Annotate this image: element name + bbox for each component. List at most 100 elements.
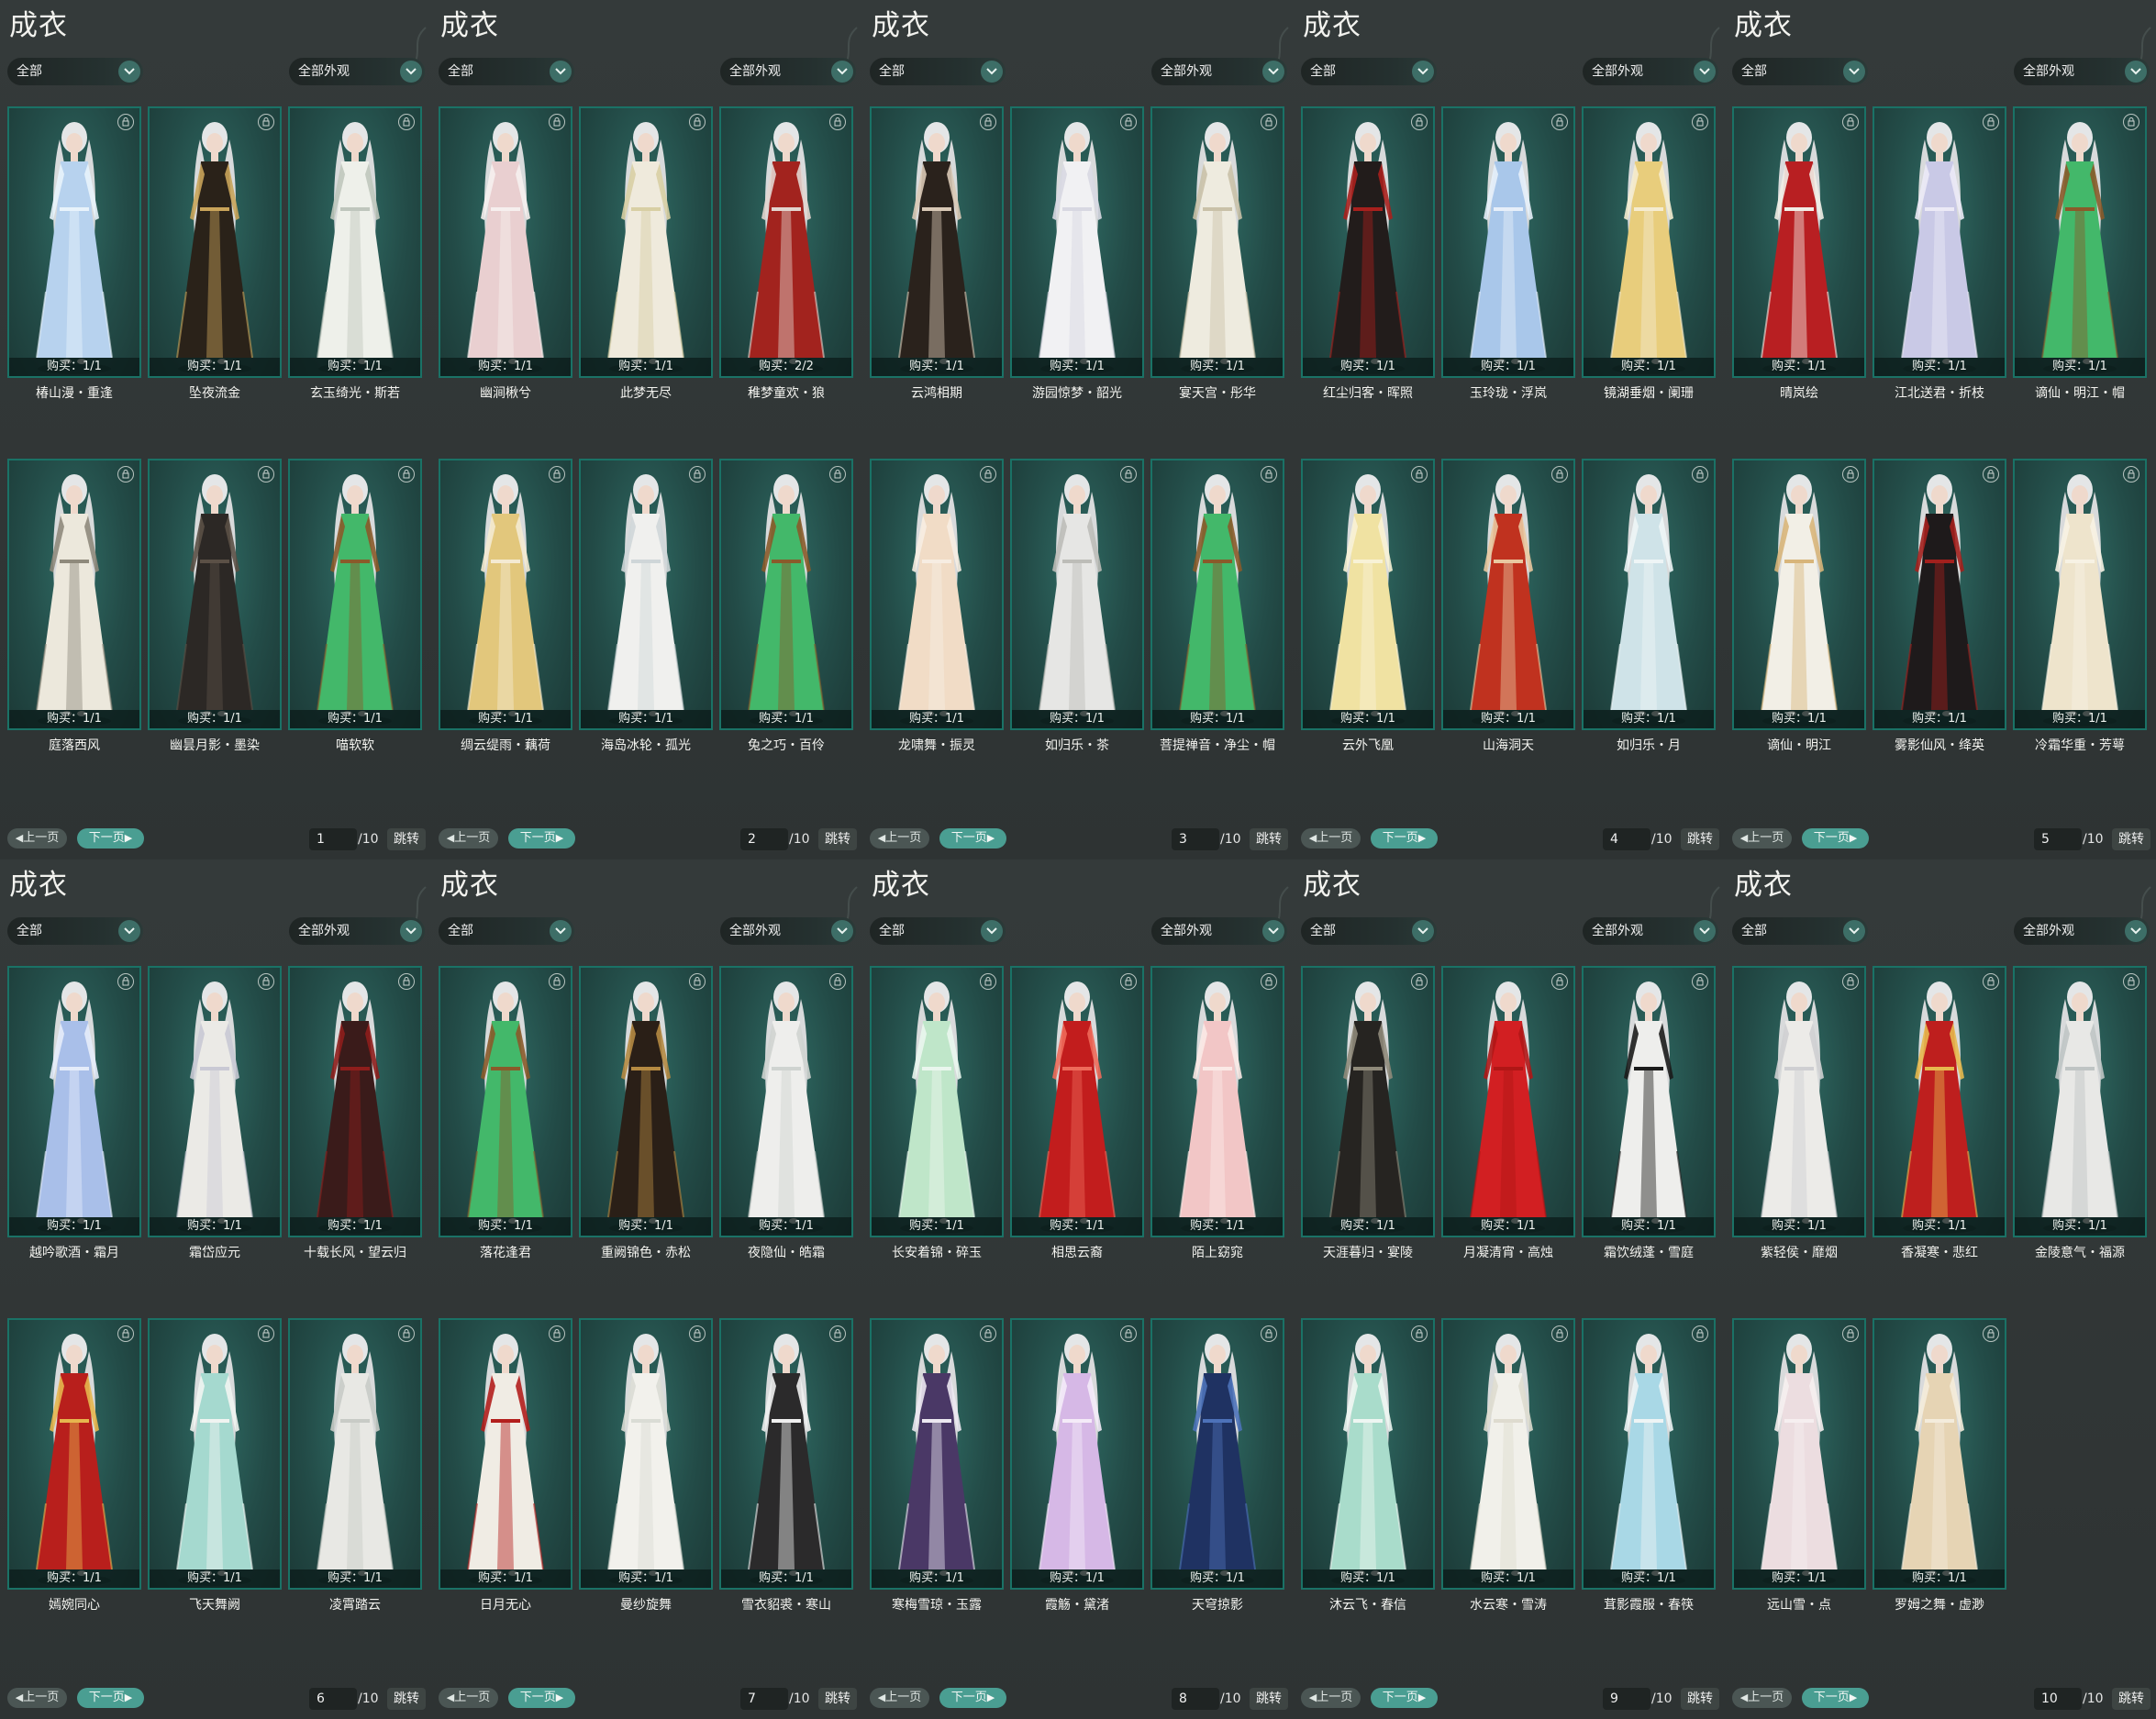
lock-icon[interactable]: [1983, 114, 1999, 130]
outfit-card[interactable]: 购买：1/1 天穹掠影: [1150, 1318, 1284, 1630]
lock-icon[interactable]: [2123, 973, 2139, 990]
outfit-card[interactable]: 购买：1/1 幽涧楸兮: [439, 106, 572, 418]
lock-icon[interactable]: [258, 114, 274, 130]
outfit-thumbnail[interactable]: 购买：1/1: [7, 1318, 141, 1590]
outfit-thumbnail[interactable]: 购买：1/1: [1150, 106, 1284, 378]
lock-icon[interactable]: [117, 114, 134, 130]
outfit-thumbnail[interactable]: 购买：1/1: [1010, 106, 1144, 378]
category-dropdown[interactable]: 全部: [439, 58, 574, 85]
lock-icon[interactable]: [2123, 466, 2139, 482]
appearance-dropdown[interactable]: 全部外观: [289, 917, 425, 945]
outfit-card[interactable]: 购买：2/2 稚梦童欢・狼: [719, 106, 853, 418]
lock-icon[interactable]: [1842, 973, 1859, 990]
category-dropdown[interactable]: 全部: [870, 58, 1006, 85]
lock-icon[interactable]: [258, 973, 274, 990]
lock-icon[interactable]: [1842, 466, 1859, 482]
outfit-card[interactable]: 购买：1/1 雾影仙风・绛英: [1873, 459, 2006, 771]
page-number-input[interactable]: 3: [1172, 828, 1219, 850]
lock-icon[interactable]: [980, 114, 996, 130]
lock-icon[interactable]: [2123, 114, 2139, 130]
outfit-thumbnail[interactable]: 购买：1/1: [1441, 1318, 1575, 1590]
outfit-card[interactable]: 购买：1/1 日月无心: [439, 1318, 572, 1630]
lock-icon[interactable]: [549, 114, 565, 130]
page-number-input[interactable]: 5: [2034, 828, 2082, 850]
outfit-thumbnail[interactable]: 购买：1/1: [2013, 459, 2147, 730]
lock-icon[interactable]: [829, 114, 846, 130]
outfit-thumbnail[interactable]: 购买：1/1: [1873, 106, 2006, 378]
outfit-thumbnail[interactable]: 购买：1/1: [439, 106, 572, 378]
jump-button[interactable]: 跳转: [387, 828, 426, 850]
appearance-dropdown[interactable]: 全部外观: [1583, 917, 1718, 945]
next-page-button[interactable]: 下一页▶: [508, 1688, 575, 1708]
prev-page-button[interactable]: ◀上一页: [870, 828, 929, 848]
category-dropdown[interactable]: 全部: [1301, 917, 1437, 945]
outfit-card[interactable]: 购买：1/1 陌上窈窕: [1150, 966, 1284, 1278]
lock-icon[interactable]: [117, 973, 134, 990]
outfit-card[interactable]: 购买：1/1 海岛冰轮・孤光: [579, 459, 713, 771]
outfit-card[interactable]: 购买：1/1 兔之巧・百伶: [719, 459, 853, 771]
outfit-card[interactable]: 购买：1/1 冷霜华重・芳萼: [2013, 459, 2147, 771]
outfit-thumbnail[interactable]: 购买：1/1: [148, 459, 282, 730]
outfit-card[interactable]: 购买：1/1 山海洞天: [1441, 459, 1575, 771]
lock-icon[interactable]: [117, 466, 134, 482]
outfit-thumbnail[interactable]: 购买：1/1: [579, 1318, 713, 1590]
lock-icon[interactable]: [1261, 466, 1277, 482]
outfit-card[interactable]: 购买：1/1 香凝寒・悲红: [1873, 966, 2006, 1278]
outfit-card[interactable]: 购买：1/1 紫轻侯・靡烟: [1732, 966, 1866, 1278]
category-dropdown[interactable]: 全部: [870, 917, 1006, 945]
appearance-dropdown[interactable]: 全部外观: [720, 58, 856, 85]
outfit-card[interactable]: 购买：1/1 远山雪・点: [1732, 1318, 1866, 1630]
outfit-thumbnail[interactable]: 购买：1/1: [7, 966, 141, 1237]
lock-icon[interactable]: [258, 466, 274, 482]
jump-button[interactable]: 跳转: [818, 1688, 857, 1710]
outfit-thumbnail[interactable]: 购买：1/1: [1873, 1318, 2006, 1590]
outfit-card[interactable]: 购买：1/1 寒梅雪琼・玉露: [870, 1318, 1004, 1630]
outfit-card[interactable]: 购买：1/1 游园惊梦・韶光: [1010, 106, 1144, 418]
jump-button[interactable]: 跳转: [2112, 828, 2150, 850]
lock-icon[interactable]: [1261, 114, 1277, 130]
lock-icon[interactable]: [398, 466, 415, 482]
lock-icon[interactable]: [1983, 466, 1999, 482]
outfit-card[interactable]: 购买：1/1 镜湖垂烟・阑珊: [1582, 106, 1716, 418]
lock-icon[interactable]: [1842, 114, 1859, 130]
outfit-thumbnail[interactable]: 购买：1/1: [579, 459, 713, 730]
lock-icon[interactable]: [1120, 973, 1137, 990]
outfit-thumbnail[interactable]: 购买：1/1: [870, 1318, 1004, 1590]
outfit-thumbnail[interactable]: 购买：1/1: [870, 966, 1004, 1237]
lock-icon[interactable]: [1983, 973, 1999, 990]
appearance-dropdown[interactable]: 全部外观: [2014, 58, 2150, 85]
outfit-card[interactable]: 购买：1/1 茸影霞服・春筷: [1582, 1318, 1716, 1630]
lock-icon[interactable]: [1411, 1325, 1428, 1342]
outfit-card[interactable]: 购买：1/1 绸云缇雨・藕荷: [439, 459, 572, 771]
outfit-card[interactable]: 购买：1/1 落花逢君: [439, 966, 572, 1278]
next-page-button[interactable]: 下一页▶: [77, 828, 144, 848]
outfit-card[interactable]: 购买：1/1 江北送君・折枝: [1873, 106, 2006, 418]
outfit-thumbnail[interactable]: 购买：1/1: [870, 459, 1004, 730]
outfit-card[interactable]: 购买：1/1 玄玉绮光・斯若: [288, 106, 422, 418]
jump-button[interactable]: 跳转: [1250, 828, 1288, 850]
outfit-thumbnail[interactable]: 购买：1/1: [1301, 106, 1435, 378]
lock-icon[interactable]: [829, 466, 846, 482]
lock-icon[interactable]: [1983, 1325, 1999, 1342]
lock-icon[interactable]: [549, 466, 565, 482]
lock-icon[interactable]: [549, 1325, 565, 1342]
outfit-thumbnail[interactable]: 购买：1/1: [1441, 106, 1575, 378]
lock-icon[interactable]: [398, 1325, 415, 1342]
lock-icon[interactable]: [398, 973, 415, 990]
outfit-card[interactable]: 购买：1/1 沐云飞・春信: [1301, 1318, 1435, 1630]
outfit-card[interactable]: 购买：1/1 霜饮绒蓬・雪庭: [1582, 966, 1716, 1278]
outfit-thumbnail[interactable]: 购买：1/1: [579, 106, 713, 378]
appearance-dropdown[interactable]: 全部外观: [2014, 917, 2150, 945]
outfit-thumbnail[interactable]: 购买：1/1: [719, 459, 853, 730]
lock-icon[interactable]: [829, 1325, 846, 1342]
prev-page-button[interactable]: ◀上一页: [1732, 1688, 1792, 1708]
lock-icon[interactable]: [258, 1325, 274, 1342]
lock-icon[interactable]: [1692, 466, 1708, 482]
outfit-card[interactable]: 购买：1/1 庭落西风: [7, 459, 141, 771]
outfit-thumbnail[interactable]: 购买：1/1: [1301, 459, 1435, 730]
outfit-thumbnail[interactable]: 购买：1/1: [1873, 966, 2006, 1237]
prev-page-button[interactable]: ◀上一页: [7, 828, 67, 848]
outfit-thumbnail[interactable]: 购买：1/1: [288, 1318, 422, 1590]
appearance-dropdown[interactable]: 全部外观: [1151, 917, 1287, 945]
outfit-card[interactable]: 购买：1/1 雪衣貂裘・寒山: [719, 1318, 853, 1630]
